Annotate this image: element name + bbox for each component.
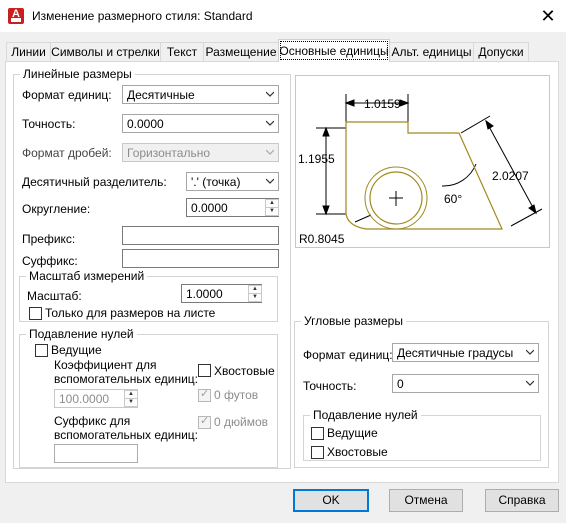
angular-zero-suppression-title: Подавление нулей [310,408,421,422]
tab-alternate-units[interactable]: Альт. единицы [389,42,474,62]
spin-down-icon[interactable]: ▼ [248,293,262,302]
preview-drawing: 1.0159 1.1955 2.0207 60° R0.8045 [298,94,543,246]
spinner[interactable]: ▲ ▼ [247,285,262,302]
angular-trailing-checkbox[interactable] [311,446,324,459]
check-mark-icon: ✓ [200,388,210,400]
trailing-zero-checkbox[interactable] [198,364,211,377]
layout-only-label: Только для размеров на листе [45,306,216,320]
prefix-input[interactable] [122,226,279,245]
angular-unit-format-select[interactable]: Десятичные градусы [392,343,539,362]
linear-dimensions-title: Линейные размеры [20,67,135,81]
autocad-app-icon: A [8,8,24,24]
roundoff-stepper[interactable]: 0.0000 ▲ ▼ [186,198,279,217]
preview-dim-left: 1.1955 [298,152,335,166]
trailing-zero-label: Хвостовые [214,364,275,378]
unit-format-label: Формат единиц: [22,88,112,102]
tab-tolerances[interactable]: Допуски [473,42,529,62]
zero-feet-label: 0 футов [214,388,259,402]
sub-unit-suffix-label: Суффикс для вспомогательных единиц: [54,414,198,442]
tab-text[interactable]: Текст [160,42,204,62]
dialog-window: A Изменение размерного стиля: Standard ✕… [0,0,566,523]
angular-precision-select[interactable]: 0 [392,374,539,393]
angular-dimensions-title: Угловые размеры [301,314,406,328]
angular-precision-value: 0 [397,377,404,391]
unit-format-select[interactable]: Десятичные [122,85,279,104]
roundoff-value: 0.0000 [191,201,228,215]
spin-down-icon[interactable]: ▼ [265,207,279,216]
fraction-format-select: Горизонтально [122,143,279,162]
layout-only-checkbox[interactable] [29,307,42,320]
tab-primary-units[interactable]: Основные единицы [278,39,390,62]
precision-label: Точность: [22,117,76,131]
chevron-down-icon [266,178,274,184]
zero-suppression-title: Подавление нулей [26,327,137,341]
angular-leading-checkbox[interactable] [311,427,324,440]
tab-fit[interactable]: Размещение [203,42,279,62]
scale-factor-value: 1.0000 [186,287,223,301]
decimal-separator-select[interactable]: '.' (точка) [186,172,279,191]
chevron-down-icon [526,349,534,355]
sub-unit-factor-label: Коэффициент для вспомогательных единиц: [54,358,198,386]
leading-zero-label: Ведущие [51,343,102,357]
decimal-separator-value: '.' (точка) [191,175,241,189]
angular-unit-format-value: Десятичные градусы [397,346,514,360]
chevron-down-icon [266,149,274,155]
ok-button[interactable]: OK [293,489,369,512]
zero-inches-label: 0 дюймов [214,415,269,429]
precision-value: 0.0000 [127,117,164,131]
spin-down-icon: ▼ [124,398,138,407]
cancel-button[interactable]: Отмена [389,489,463,512]
fraction-format-label: Формат дробей: [22,146,112,160]
spinner[interactable]: ▲ ▼ [264,199,279,216]
chevron-down-icon [526,380,534,386]
preview-dim-right: 2.0207 [492,169,529,183]
title-bar: A Изменение размерного стиля: Standard ✕ [0,0,566,32]
prefix-label: Префикс: [22,232,76,246]
scale-factor-stepper[interactable]: 1.0000 ▲ ▼ [181,284,262,303]
preview-dim-top: 1.0159 [364,97,401,111]
unit-format-value: Десятичные [127,88,195,102]
suffix-label: Суффикс: [22,254,78,268]
fraction-format-value: Горизонтально [127,146,211,160]
angular-precision-label: Точность: [303,379,357,393]
scale-factor-label: Масштаб: [27,289,82,303]
decimal-separator-label: Десятичный разделитель: [22,175,167,189]
zero-inches-checkbox: ✓ [198,415,211,429]
close-icon[interactable]: ✕ [538,6,558,26]
suffix-input[interactable] [122,249,279,268]
tab-lines[interactable]: Линии [6,42,51,62]
roundoff-label: Округление: [22,202,91,216]
chevron-down-icon [266,120,274,126]
window-title: Изменение размерного стиля: Standard [32,9,253,23]
preview-angle: 60° [444,192,462,206]
zero-feet-checkbox: ✓ [198,388,211,402]
sub-unit-factor-stepper: 100.0000 ▲ ▼ [54,389,138,408]
angular-trailing-label: Хвостовые [327,445,388,459]
chevron-down-icon [266,91,274,97]
preview-pane: 1.0159 1.1955 2.0207 60° R0.8045 [295,75,550,248]
leading-zero-checkbox[interactable] [35,344,48,357]
preview-radius: R0.8045 [299,232,345,246]
sub-unit-factor-value: 100.0000 [59,392,110,406]
angular-unit-format-label: Формат единиц: [303,348,393,362]
help-button[interactable]: Справка [485,489,559,512]
spinner: ▲ ▼ [123,390,138,407]
check-mark-icon: ✓ [200,415,210,427]
sub-unit-suffix-input [54,444,138,463]
measurement-scale-title: Масштаб измерений [26,269,148,283]
precision-select[interactable]: 0.0000 [122,114,279,133]
tab-symbols-arrows[interactable]: Символы и стрелки [50,42,161,62]
angular-leading-label: Ведущие [327,426,378,440]
